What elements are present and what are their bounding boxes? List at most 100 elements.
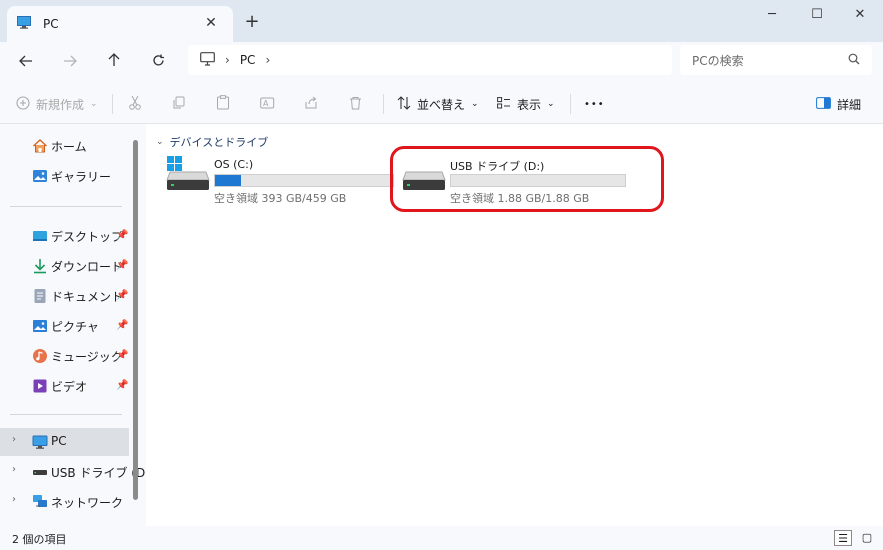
delete-button[interactable]: [349, 94, 362, 114]
rename-button[interactable]: A: [260, 94, 275, 114]
divider: [383, 94, 384, 114]
tab-pc[interactable]: PC ✕: [7, 6, 233, 42]
sidebar-scrollbar[interactable]: [133, 140, 138, 500]
pin-icon[interactable]: 📌: [116, 320, 128, 331]
sidebar-item-label: PC: [51, 434, 67, 448]
close-window-button[interactable]: ✕: [838, 4, 882, 26]
trash-icon: [349, 96, 362, 113]
document-icon: [32, 288, 48, 304]
back-arrow-icon[interactable]: [14, 50, 38, 74]
sort-arrows-icon: [397, 95, 411, 113]
drive-usage-fill: [215, 175, 241, 186]
tab-title: PC: [43, 17, 59, 31]
chevron-down-icon: ⌄: [547, 99, 555, 109]
drive-os-c[interactable]: OS (C:) 空き領域 393 GB/459 GB: [166, 156, 396, 205]
download-icon: [32, 258, 48, 274]
address-bar[interactable]: › PC ›: [188, 45, 672, 75]
paste-button[interactable]: [216, 94, 230, 114]
monitor-icon: [17, 16, 31, 32]
breadcrumb-separator[interactable]: ›: [225, 53, 230, 67]
sidebar-item-label: ドキュメント: [51, 290, 124, 304]
forward-arrow-icon[interactable]: [58, 50, 82, 74]
sidebar-item-label: デスクトップ: [51, 230, 124, 244]
sidebar-item-pictures[interactable]: ピクチャ 📌: [0, 312, 129, 340]
refresh-icon[interactable]: [146, 50, 170, 74]
cut-button[interactable]: [128, 94, 142, 114]
search-input[interactable]: PCの検索: [680, 45, 872, 75]
new-button[interactable]: 新規作成 ⌄: [16, 94, 98, 114]
desktop-icon: [32, 228, 48, 244]
sidebar-item-music[interactable]: ミュージック 📌: [0, 342, 129, 370]
sidebar-item-label: ダウンロード: [51, 260, 124, 274]
search-placeholder: PCの検索: [692, 53, 744, 68]
maximize-button[interactable]: ☐: [795, 4, 839, 26]
sidebar-item-videos[interactable]: ビデオ 📌: [0, 372, 129, 400]
usb-drive-icon: [32, 464, 48, 480]
devices-group-header[interactable]: ⌄ デバイスとドライブ: [156, 134, 268, 150]
share-button[interactable]: [304, 94, 318, 114]
breadcrumb-pc[interactable]: PC: [240, 53, 256, 67]
sort-label: 並べ替え: [417, 97, 466, 112]
gallery-icon: [32, 168, 48, 184]
sidebar-item-label: ネットワーク: [51, 496, 124, 510]
sidebar-item-network[interactable]: › ネットワーク: [0, 488, 129, 516]
view-button[interactable]: 表示 ⌄: [497, 94, 555, 114]
sidebar-item-usb-drive[interactable]: › USB ドライブ (D:): [0, 458, 154, 486]
sort-button[interactable]: 並べ替え ⌄: [397, 94, 479, 114]
status-bar: 2 個の項目 ☰ ▢: [0, 526, 883, 550]
pc-icon: [32, 434, 48, 450]
sidebar-divider: [10, 414, 122, 415]
sidebar-item-documents[interactable]: ドキュメント 📌: [0, 282, 129, 310]
new-label: 新規作成: [36, 97, 85, 112]
details-view-icon[interactable]: ☰: [834, 530, 852, 546]
search-icon: [848, 53, 860, 68]
pin-icon[interactable]: 📌: [116, 260, 128, 271]
plus-circle-icon: [16, 95, 30, 113]
chevron-down-icon: ⌄: [471, 99, 479, 109]
sidebar-item-desktop[interactable]: デスクトップ 📌: [0, 222, 129, 250]
item-count: 2 個の項目: [12, 533, 67, 546]
minimize-button[interactable]: ─: [750, 4, 794, 26]
chevron-down-icon: ⌄: [90, 99, 98, 109]
scissors-icon: [128, 95, 142, 113]
content-pane: ⌄ デバイスとドライブ OS (C:) 空き領域 393 GB/459 GB U…: [146, 124, 883, 526]
sidebar-item-gallery[interactable]: ギャラリー: [0, 162, 129, 190]
more-options-button[interactable]: •••: [584, 94, 605, 114]
sidebar-item-label: ピクチャ: [51, 320, 99, 334]
sidebar-item-pc[interactable]: › PC: [0, 428, 129, 456]
annotation-highlight-box: [390, 146, 664, 212]
sidebar-item-downloads[interactable]: ダウンロード 📌: [0, 252, 129, 280]
video-icon: [32, 378, 48, 394]
pin-icon[interactable]: 📌: [116, 380, 128, 391]
divider: [112, 94, 113, 114]
navigation-pane: ホーム ギャラリー デスクトップ 📌 ダウンロード 📌 ドキュメント 📌 ピクチ…: [0, 124, 154, 526]
sidebar-item-label: USB ドライブ (D:): [51, 466, 154, 480]
chevron-right-icon[interactable]: ›: [12, 494, 16, 505]
chevron-right-icon[interactable]: ›: [12, 464, 16, 475]
share-icon: [304, 96, 318, 113]
pin-icon[interactable]: 📌: [116, 230, 128, 241]
close-tab-icon[interactable]: ✕: [203, 15, 219, 31]
view-list-icon: [497, 96, 511, 112]
sidebar-item-home[interactable]: ホーム: [0, 132, 129, 160]
music-icon: [32, 348, 48, 364]
network-icon: [32, 494, 48, 510]
title-bar: PC ✕ + ─ ☐ ✕: [0, 0, 883, 42]
up-arrow-icon[interactable]: [102, 50, 126, 74]
sidebar-item-label: ホーム: [51, 140, 87, 154]
pin-icon[interactable]: 📌: [116, 290, 128, 301]
home-icon: [32, 138, 48, 154]
new-tab-button[interactable]: +: [243, 13, 261, 31]
chevron-right-icon[interactable]: ›: [12, 434, 16, 445]
pin-icon[interactable]: 📌: [116, 350, 128, 361]
view-label: 表示: [517, 97, 542, 112]
hard-drive-icon: [166, 170, 210, 195]
group-title: デバイスとドライブ: [169, 136, 269, 149]
breadcrumb-chevron[interactable]: ›: [265, 53, 270, 67]
tiles-view-icon[interactable]: ▢: [858, 530, 876, 546]
clipboard-icon: [216, 95, 230, 113]
details-button[interactable]: 詳細: [816, 94, 861, 114]
sidebar-item-label: ミュージック: [51, 350, 123, 364]
copy-button[interactable]: [172, 94, 186, 114]
rename-icon: A: [260, 96, 275, 113]
